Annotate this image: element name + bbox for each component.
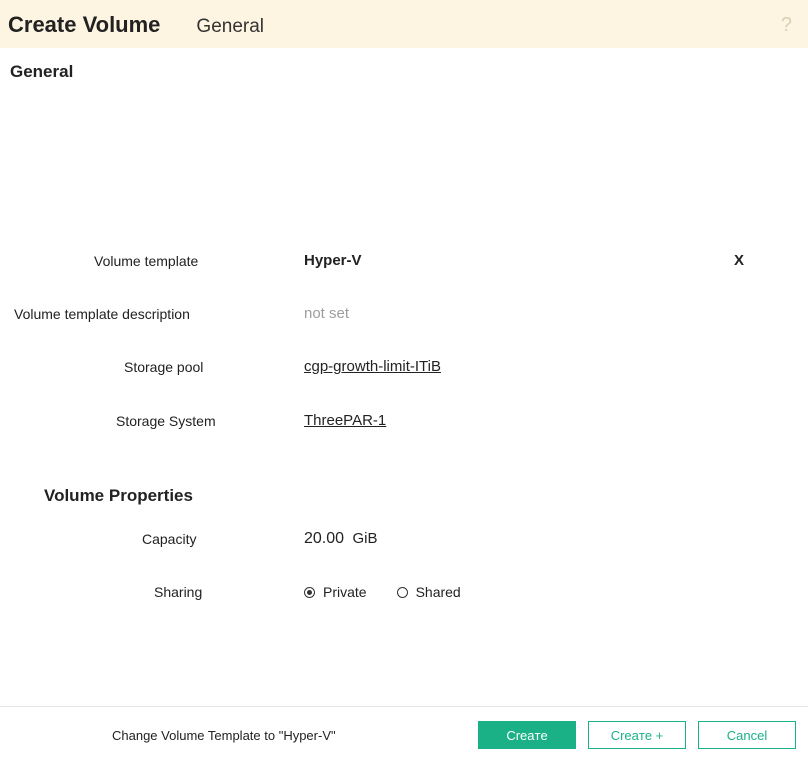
radio-group-sharing: Private Shared xyxy=(304,584,734,600)
field-capacity: Capacity 20.00 GiB xyxy=(14,530,794,548)
create-plus-button[interactable]: Creaтe + xyxy=(588,721,686,749)
label-capacity: Capacity xyxy=(14,531,304,547)
create-button[interactable]: Creaтe xyxy=(478,721,576,749)
radio-shared-label: Shared xyxy=(416,584,461,600)
dialog-footer: Change Volume Template to "Hyper-V" Crea… xyxy=(0,706,808,749)
radio-private[interactable]: Private xyxy=(304,584,367,600)
clear-template-icon[interactable]: X xyxy=(734,252,794,269)
field-sharing: Sharing Private Shared xyxy=(14,584,794,600)
value-volume-template[interactable]: Hyper-V xyxy=(304,252,734,269)
value-template-description: not set xyxy=(304,305,734,322)
radio-dot-icon xyxy=(304,587,315,598)
radio-circle-icon xyxy=(397,587,408,598)
field-storage-pool: Storage pool cgp-growth-limit-ITiB xyxy=(14,358,794,376)
cancel-button[interactable]: Cancel xyxy=(698,721,796,749)
value-capacity-container[interactable]: 20.00 GiB xyxy=(304,530,734,548)
field-template-description: Volume template description not set xyxy=(14,305,794,322)
field-volume-template: Volume template Hyper-V X xyxy=(14,252,794,269)
label-storage-pool: Storage pool xyxy=(14,359,304,375)
form-general: Volume template Hyper-V X Volume templat… xyxy=(0,92,808,656)
unit-capacity: GiB xyxy=(353,530,378,547)
radio-shared[interactable]: Shared xyxy=(397,584,461,600)
dialog-step-label: General xyxy=(196,16,264,38)
footer-message: Change Volume Template to "Hyper-V" xyxy=(12,728,466,743)
dialog-header: Create Volume General ? xyxy=(0,0,808,48)
link-storage-system[interactable]: ThreePAR-1 xyxy=(304,412,386,429)
label-volume-template: Volume template xyxy=(14,253,304,269)
label-sharing: Sharing xyxy=(14,584,304,600)
label-template-description: Volume template description xyxy=(14,306,304,322)
link-storage-pool[interactable]: cgp-growth-limit-ITiB xyxy=(304,358,441,375)
radio-private-label: Private xyxy=(323,584,367,600)
field-storage-system: Storage System ThreePAR-1 xyxy=(14,412,794,430)
help-icon[interactable]: ? xyxy=(781,14,792,37)
section-volume-properties-title: Volume Properties xyxy=(14,466,794,530)
value-capacity: 20.00 xyxy=(304,530,344,547)
dialog-title: Create Volume xyxy=(8,12,160,38)
label-storage-system: Storage System xyxy=(14,413,304,429)
section-general-title: General xyxy=(0,48,808,92)
